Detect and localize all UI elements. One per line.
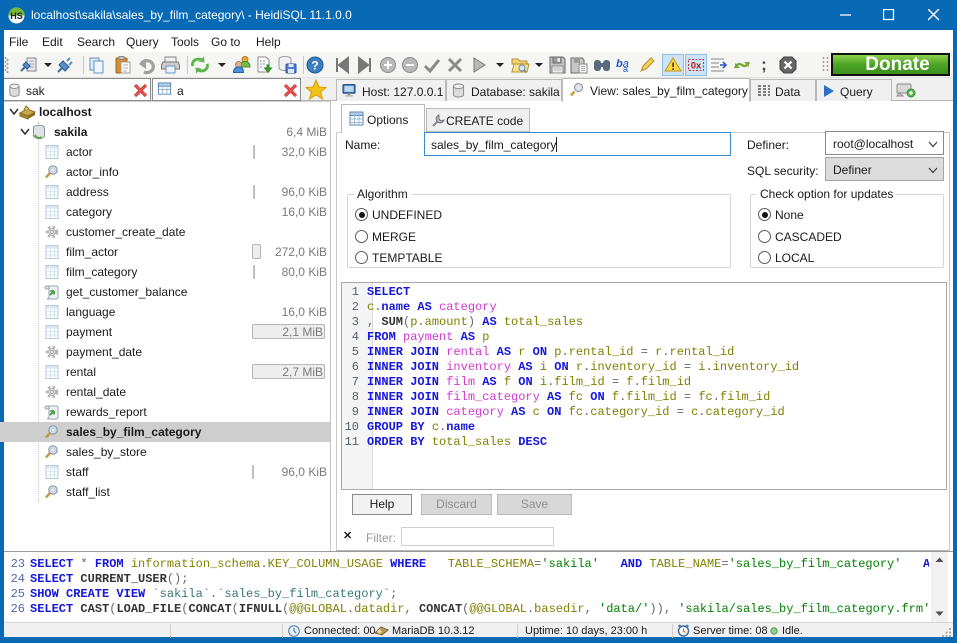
- svg-text:0x: 0x: [691, 61, 702, 72]
- svg-text:HS: HS: [10, 11, 23, 21]
- svg-text:a: a: [623, 64, 628, 74]
- svg-text:;: ;: [761, 55, 767, 74]
- svg-text:?: ?: [311, 59, 318, 73]
